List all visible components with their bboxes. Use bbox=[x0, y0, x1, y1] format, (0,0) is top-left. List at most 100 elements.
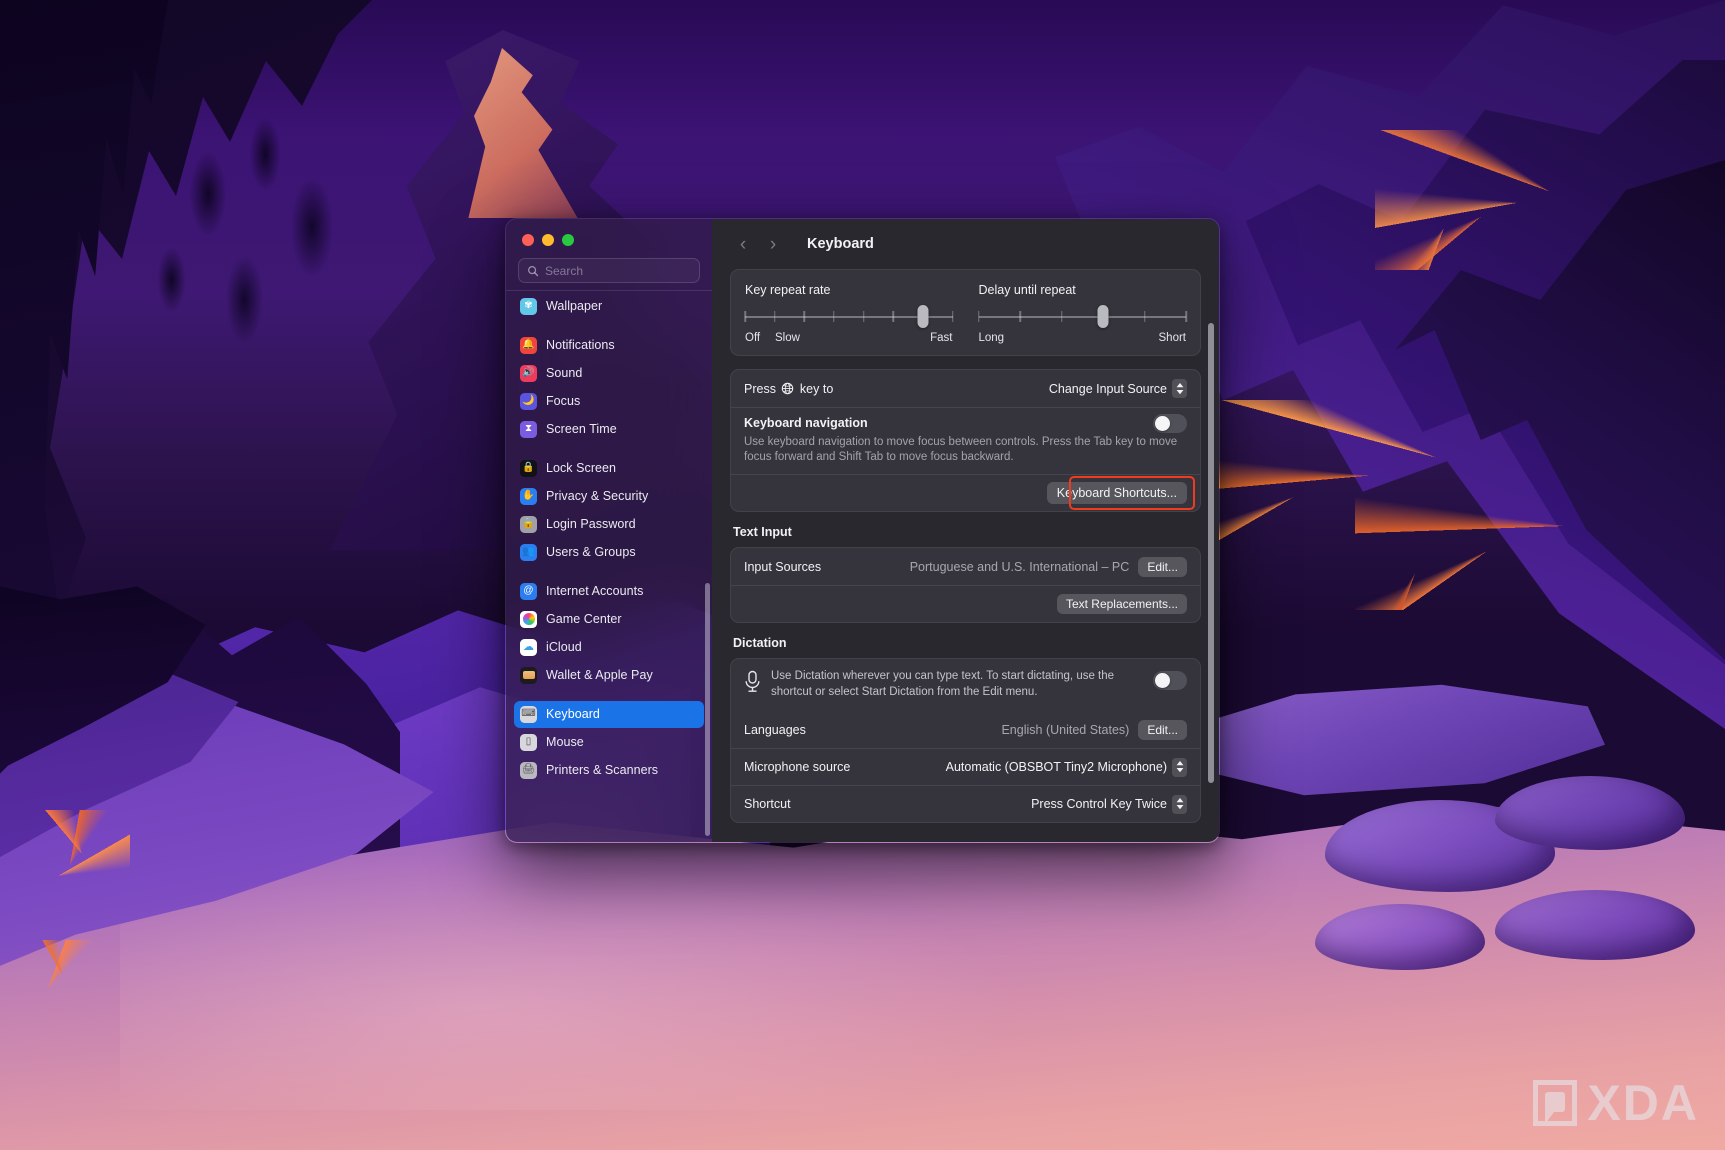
lock-screen-icon: 🔒 bbox=[520, 459, 537, 477]
delay-until-repeat-block: Delay until repeat Long Short bbox=[977, 283, 1187, 346]
wallet-apple-pay-icon bbox=[520, 666, 537, 684]
keyboard-navigation-toggle[interactable] bbox=[1153, 413, 1187, 433]
press-globe-key-row[interactable]: Press key to Change Input Source bbox=[731, 370, 1200, 407]
privacy-security-icon: ✋ bbox=[520, 487, 537, 505]
sidebar-item-label: Sound bbox=[546, 366, 583, 380]
sidebar-item-label: Game Center bbox=[546, 612, 622, 626]
zoom-button[interactable] bbox=[562, 234, 574, 246]
slider-thumb[interactable] bbox=[1097, 305, 1109, 328]
xda-logo-icon bbox=[1533, 1080, 1578, 1126]
main-scrollbar[interactable] bbox=[1208, 323, 1214, 783]
chevron-updown-icon bbox=[1172, 379, 1187, 398]
dictation-toggle[interactable] bbox=[1153, 671, 1187, 691]
dictation-shortcut-value: Press Control Key Twice bbox=[1031, 797, 1167, 812]
slider-tick bbox=[833, 311, 835, 322]
sidebar-scrollbar[interactable] bbox=[705, 582, 710, 837]
sidebar-item-login-password[interactable]: 🔒 Login Password bbox=[514, 511, 704, 538]
chevron-updown-icon bbox=[1172, 794, 1187, 814]
sidebar-item-notifications[interactable]: 🔔 Notifications bbox=[514, 332, 704, 359]
keyboard-shortcuts-button[interactable]: Keyboard Shortcuts... bbox=[1046, 482, 1187, 505]
globe-and-navigation-card: Press key to Change Input Source Keyboar… bbox=[730, 369, 1201, 513]
close-button[interactable] bbox=[522, 234, 534, 246]
slider-tick bbox=[1185, 311, 1187, 322]
slider-tick bbox=[1060, 311, 1063, 322]
slider-tick bbox=[862, 311, 865, 322]
slider-tick bbox=[951, 311, 954, 322]
game-center-icon bbox=[520, 610, 537, 628]
text-replacements-button[interactable]: Text Replacements... bbox=[1056, 594, 1187, 615]
slider-thumb[interactable] bbox=[917, 305, 929, 328]
sidebar-item-keyboard[interactable]: ⌨ Keyboard bbox=[514, 700, 704, 728]
search-box[interactable] bbox=[518, 258, 700, 283]
input-sources-label: Input Sources bbox=[744, 559, 822, 574]
globe-key-action-select[interactable]: Change Input Source bbox=[1049, 379, 1187, 398]
sidebar-item-label: Internet Accounts bbox=[546, 584, 644, 598]
printers-scanners-icon: 🖨 bbox=[520, 761, 537, 779]
sidebar-item-focus[interactable]: 🌙 Focus bbox=[514, 388, 704, 415]
sidebar-item-label: Login Password bbox=[546, 517, 636, 531]
key-repeat-rate-legend: Off Slow Fast bbox=[745, 332, 953, 346]
legend-slow: Slow bbox=[775, 332, 800, 344]
input-sources-value: Portuguese and U.S. International – PC bbox=[909, 559, 1130, 574]
mouse-icon: ▯ bbox=[520, 733, 537, 751]
icloud-icon: ☁ bbox=[520, 638, 537, 656]
sidebar-item-sound[interactable]: 🔊 Sound bbox=[514, 360, 704, 387]
key-repeat-rate-slider[interactable] bbox=[744, 305, 954, 328]
sidebar-item-game-center[interactable]: Game Center bbox=[514, 606, 704, 633]
search-input[interactable] bbox=[545, 263, 691, 278]
main-header: ‹ › Keyboard bbox=[712, 219, 1219, 269]
slider-tick bbox=[1019, 311, 1021, 322]
sidebar-item-wallet-apple-pay[interactable]: Wallet & Apple Pay bbox=[514, 662, 704, 689]
press-prefix: Press bbox=[744, 381, 776, 396]
sidebar-item-mouse[interactable]: ▯ Mouse bbox=[514, 729, 704, 756]
users-groups-icon: 👥 bbox=[520, 543, 537, 561]
press-suffix: key to bbox=[799, 381, 834, 396]
microphone-source-select[interactable]: Automatic (OBSBOT Tiny2 Microphone) bbox=[946, 757, 1187, 777]
window-traffic-lights bbox=[506, 219, 712, 246]
delay-until-repeat-slider[interactable] bbox=[977, 305, 1187, 328]
sidebar-item-label: Keyboard bbox=[546, 707, 600, 721]
sidebar-item-lock-screen[interactable]: 🔒 Lock Screen bbox=[514, 455, 704, 482]
sidebar-item-privacy-security[interactable]: ✋ Privacy & Security bbox=[514, 483, 704, 510]
sidebar-item-icloud[interactable]: ☁ iCloud bbox=[514, 634, 704, 661]
text-input-heading: Text Input bbox=[733, 525, 792, 540]
dictation-languages-edit-button[interactable]: Edit... bbox=[1138, 719, 1187, 740]
legend-off: Off bbox=[745, 332, 761, 344]
delay-until-repeat-label: Delay until repeat bbox=[978, 283, 1076, 297]
sound-icon: 🔊 bbox=[520, 364, 537, 382]
dictation-card: Use Dictation wherever you can type text… bbox=[730, 658, 1201, 824]
internet-accounts-icon: @ bbox=[520, 582, 537, 600]
key-repeat-rate-block: Key repeat rate Off Slow Fast bbox=[744, 283, 954, 346]
sidebar-item-internet-accounts[interactable]: @ Internet Accounts bbox=[514, 578, 704, 605]
keyboard-navigation-row: Keyboard navigation bbox=[731, 407, 1200, 438]
sidebar-item-screen-time[interactable]: ⧗ Screen Time bbox=[514, 416, 704, 443]
globe-icon bbox=[782, 382, 794, 394]
dictation-description-row: Use Dictation wherever you can type text… bbox=[731, 659, 1200, 711]
main-scroll-area[interactable]: Key repeat rate Off Slow Fast Delay unti… bbox=[712, 269, 1219, 842]
input-sources-edit-button[interactable]: Edit... bbox=[1138, 556, 1187, 577]
dictation-languages-label: Languages bbox=[744, 722, 806, 737]
keyboard-shortcuts-row: Keyboard Shortcuts... bbox=[731, 474, 1200, 511]
dictation-shortcut-select[interactable]: Press Control Key Twice bbox=[1031, 794, 1187, 814]
sidebar-item-wallpaper[interactable]: ✾ Wallpaper bbox=[514, 293, 704, 320]
dictation-shortcut-row: Shortcut Press Control Key Twice bbox=[731, 785, 1200, 822]
sidebar-item-users-groups[interactable]: 👥 Users & Groups bbox=[514, 539, 704, 566]
minimize-button[interactable] bbox=[542, 234, 554, 246]
main-panel: ‹ › Keyboard Key repeat rate Off Slow Fa… bbox=[712, 219, 1219, 842]
microphone-icon bbox=[745, 671, 760, 693]
forward-button[interactable]: › bbox=[760, 231, 786, 257]
dictation-heading: Dictation bbox=[733, 636, 787, 651]
dictation-languages-row: Languages English (United States) Edit..… bbox=[731, 711, 1200, 748]
legend-fast: Fast bbox=[930, 332, 953, 344]
toggle-knob bbox=[1155, 415, 1170, 431]
dictation-description: Use Dictation wherever you can type text… bbox=[771, 670, 1115, 698]
sidebar-item-label: Focus bbox=[546, 394, 581, 408]
back-button[interactable]: ‹ bbox=[730, 231, 756, 257]
login-password-icon: 🔒 bbox=[520, 515, 537, 533]
slider-tick bbox=[773, 311, 776, 322]
sidebar-scroll-area[interactable]: ✾ Wallpaper 🔔 Notifications 🔊 Sound 🌙 Focus ⧗ Scr… bbox=[506, 291, 712, 843]
sidebar-item-printers-scanners[interactable]: 🖨 Printers & Scanners bbox=[514, 757, 704, 784]
